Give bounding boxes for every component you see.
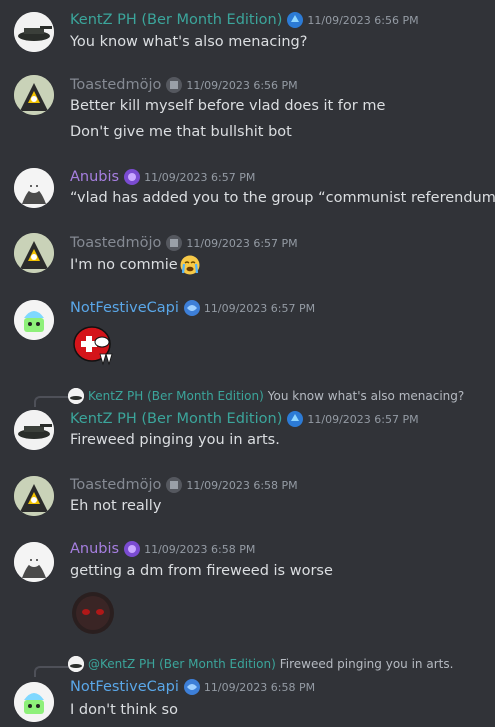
reply-reference[interactable]: @KentZ PH (Ber Month Edition) Fireweed p… [32, 654, 453, 674]
message-text: Fireweed pinging you in arts. [70, 432, 280, 448]
message-text: I don't think so [70, 702, 178, 718]
crying-face-emoji-icon[interactable] [179, 254, 201, 276]
avatar-notfestivecapi[interactable] [14, 682, 54, 722]
message: Anubis 11/09/2023 6:57 PM “vlad has adde… [0, 164, 495, 214]
username[interactable]: KentZ PH (Ber Month Edition) [70, 411, 282, 427]
message-text: Don't give me that bullshit bot [70, 124, 292, 140]
message: KentZ PH (Ber Month Edition) You know wh… [0, 384, 495, 454]
message-text: “vlad has added you to the group “commun… [70, 190, 495, 206]
timestamp: 11/09/2023 6:58 PM [203, 680, 316, 694]
message-text: getting a dm from fireweed is worse [70, 563, 333, 579]
message: Toastedmöjo 11/09/2023 6:58 PM Eh not re… [0, 474, 495, 524]
timestamp: 11/09/2023 6:58 PM [186, 478, 298, 492]
timestamp: 11/09/2023 6:57 PM [144, 170, 256, 184]
username[interactable]: NotFestiveCapi [70, 300, 179, 316]
role-badge-icon [123, 540, 141, 558]
reply-text[interactable]: You know what's also menacing? [268, 389, 465, 403]
role-badge-icon [183, 299, 201, 317]
message-text: I'm no commie [70, 257, 178, 273]
message: Toastedmöjo 11/09/2023 6:57 PM I'm no co… [0, 230, 495, 280]
message: Anubis 11/09/2023 6:58 PM getting a dm f… [0, 538, 495, 638]
timestamp: 11/09/2023 6:56 PM [307, 13, 419, 27]
timestamp: 11/09/2023 6:57 PM [186, 236, 298, 250]
timestamp: 11/09/2023 6:57 PM [307, 412, 419, 426]
timestamp: 11/09/2023 6:58 PM [144, 542, 256, 556]
username[interactable]: Toastedmöjo [70, 77, 161, 93]
countryball-sticker-icon[interactable] [70, 324, 120, 368]
username[interactable]: Toastedmöjo [70, 477, 161, 493]
avatar-anubis[interactable] [14, 168, 54, 208]
username[interactable]: NotFestiveCapi [70, 679, 179, 695]
avatar-toastedmojo[interactable] [14, 75, 54, 115]
message-text: You know what's also menacing? [70, 34, 308, 50]
role-badge-icon [165, 476, 183, 494]
avatar-toastedmojo[interactable] [14, 233, 54, 273]
timestamp: 11/09/2023 6:57 PM [203, 301, 316, 315]
role-badge-icon [286, 410, 304, 428]
message-text-row: I'm no commie [70, 254, 201, 276]
username[interactable]: KentZ PH (Ber Month Edition) [70, 12, 282, 28]
reply-text[interactable]: Fireweed pinging you in arts. [280, 657, 454, 671]
role-badge-icon [165, 76, 183, 94]
avatar-notfestivecapi[interactable] [14, 300, 54, 340]
role-badge-icon [286, 11, 304, 29]
reply-reference[interactable]: KentZ PH (Ber Month Edition) You know wh… [32, 386, 464, 406]
username[interactable]: Anubis [70, 169, 119, 185]
role-badge-icon [165, 234, 183, 252]
avatar-kentz-mini [68, 656, 84, 672]
avatar-anubis[interactable] [14, 542, 54, 582]
username[interactable]: Toastedmöjo [70, 235, 161, 251]
avatar-toastedmojo[interactable] [14, 476, 54, 516]
avatar-kentz[interactable] [14, 12, 54, 52]
role-badge-icon [183, 678, 201, 696]
avatar-kentz[interactable] [14, 410, 54, 450]
timestamp: 11/09/2023 6:56 PM [186, 78, 298, 92]
username[interactable]: Anubis [70, 541, 119, 557]
message: KentZ PH (Ber Month Edition) 11/09/2023 … [0, 8, 495, 58]
message-text: Eh not really [70, 498, 162, 514]
message: @KentZ PH (Ber Month Edition) Fireweed p… [0, 654, 495, 727]
role-badge-icon [123, 168, 141, 186]
reply-username[interactable]: KentZ PH (Ber Month Edition) [88, 389, 264, 403]
dark-ball-sticker-icon[interactable] [70, 590, 116, 636]
message: Toastedmöjo 11/09/2023 6:56 PM Better ki… [0, 72, 495, 152]
message: NotFestiveCapi 11/09/2023 6:57 PM [0, 296, 495, 371]
message-text: Better kill myself before vlad does it f… [70, 98, 386, 114]
reply-username[interactable]: @KentZ PH (Ber Month Edition) [88, 657, 276, 671]
avatar-kentz-mini [68, 388, 84, 404]
